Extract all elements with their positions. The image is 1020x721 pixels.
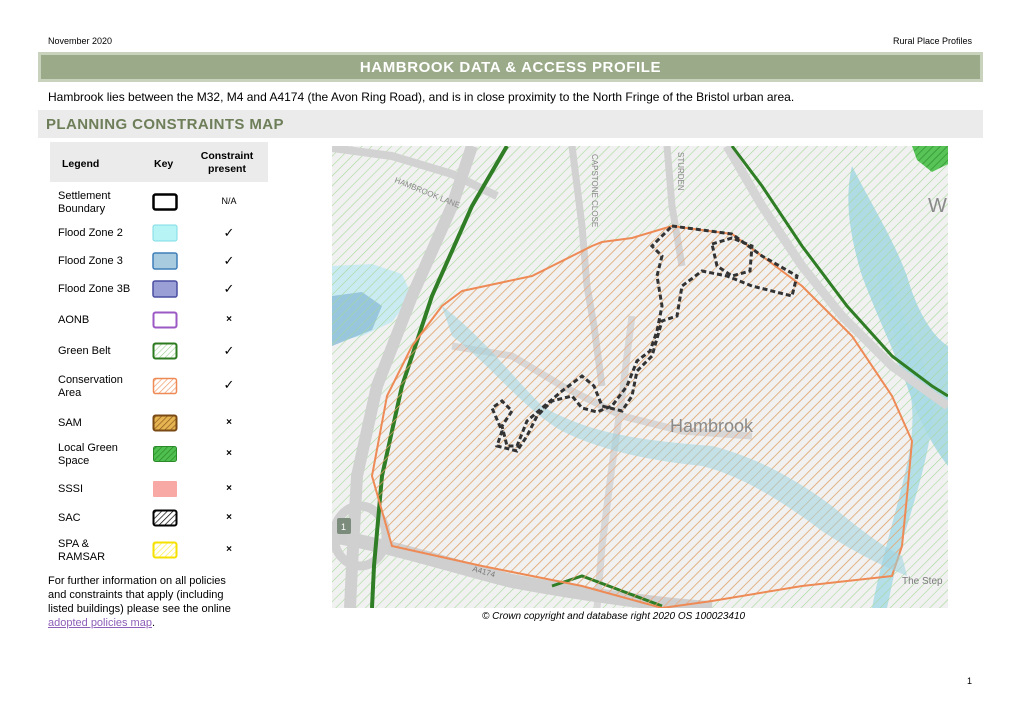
planning-constraints-map[interactable]: HAMBROOK LANE CAPSTONE CLOSE STURDEN Ham…: [332, 146, 948, 608]
footer-note-suffix: .: [151, 617, 156, 629]
map-label-w: W: [928, 195, 947, 217]
flood-zone-3b-key: [152, 280, 178, 298]
legend-present-mark: ×: [226, 314, 232, 325]
map-label-sturden: STURDEN: [676, 152, 685, 191]
legend-header-constraint-line2: present: [208, 163, 246, 175]
legend-label: Flood Zone 3B: [58, 283, 131, 295]
legend-label: Flood Zone 2: [58, 227, 123, 239]
legend-label: SSSI: [58, 483, 84, 495]
legend-panel: Legend Key Constraint present Settlement…: [50, 142, 268, 563]
conservation-area-key: [152, 377, 178, 395]
footer-note-line2: and constraints that apply (including: [48, 589, 224, 601]
legend-label: SAM: [58, 417, 82, 429]
map-label-the-step: The Step: [902, 576, 943, 587]
sssi-key: [153, 481, 177, 497]
map-label-junction: 1: [341, 522, 346, 532]
legend-header-key: Key: [154, 158, 174, 170]
legend-header: Legend Key Constraint present: [50, 142, 268, 182]
map-canvas: HAMBROOK LANE CAPSTONE CLOSE STURDEN Ham…: [332, 146, 948, 608]
legend-label: AONB: [58, 314, 90, 326]
local-green-space-key: [153, 446, 177, 462]
legend-label-line1: Conservation: [58, 374, 123, 386]
legend-label-line1: Settlement: [58, 190, 111, 202]
legend-present-mark: ×: [226, 417, 232, 428]
section-title: PLANNING CONSTRAINTS MAP: [38, 110, 983, 138]
legend-label-line2: RAMSAR: [58, 551, 106, 563]
legend-label-line1: Local Green: [58, 442, 118, 454]
legend-label-line2: Area: [58, 387, 82, 399]
legend-label-line1: SPA &: [58, 538, 89, 550]
flood-zone-2-key: [152, 224, 178, 242]
legend-present-mark: N/A: [221, 196, 237, 206]
legend-present-mark: ✓: [223, 281, 235, 296]
map-label-hambrook: Hambrook: [670, 416, 754, 436]
legend-label: Local Green Space: [58, 442, 118, 468]
legend-label: SPA & RAMSAR: [58, 538, 105, 564]
spa-ramsar-key: [152, 541, 178, 559]
legend-present-mark: ✓: [223, 377, 235, 392]
map-label-capstone-close: CAPSTONE CLOSE: [590, 154, 599, 227]
legend-header-constraint-line1: Constraint: [200, 150, 254, 162]
sam-key: [152, 414, 178, 432]
legend-present-mark: ×: [226, 512, 232, 523]
legend-label-line2: Space: [58, 455, 90, 467]
legend-label-line2: Boundary: [58, 203, 106, 215]
legend-label: SAC: [58, 512, 81, 524]
adopted-policies-map-link[interactable]: adopted policies map: [48, 617, 152, 629]
legend-label: Settlement Boundary: [58, 190, 111, 216]
aonb-key: [152, 311, 178, 329]
footer-note-line3: listed buildings) please see the online: [48, 603, 231, 615]
intro-text: Hambrook lies between the M32, M4 and A4…: [48, 90, 795, 104]
footer-note: For further information on all policies …: [48, 574, 258, 630]
legend-present-mark: ×: [226, 448, 232, 459]
footer-note-line1: For further information on all policies: [48, 575, 226, 587]
green-belt-key: [152, 342, 178, 360]
legend-header-legend: Legend: [62, 158, 100, 170]
legend-present-mark: ✓: [223, 343, 235, 358]
legend-present-mark: ✓: [223, 225, 235, 240]
flood-zone-3-key: [152, 252, 178, 270]
sac-key: [152, 509, 178, 527]
legend-label: Green Belt: [58, 345, 111, 357]
settlement-boundary-key: [152, 193, 178, 211]
legend-present-mark: ✓: [223, 253, 235, 268]
legend-label: Conservation Area: [58, 374, 123, 400]
legend-header-constraint: Constraint present: [190, 150, 264, 176]
copyright-text: © Crown copyright and database right 202…: [482, 611, 746, 622]
page-title: HAMBROOK DATA & ACCESS PROFILE: [38, 52, 983, 82]
header-date: November 2020: [48, 36, 113, 46]
legend-present-mark: ×: [226, 483, 232, 494]
legend-label: Flood Zone 3: [58, 255, 123, 267]
header-profile: Rural Place Profiles: [892, 36, 972, 46]
page-number: 1: [966, 676, 972, 686]
legend-present-mark: ×: [226, 544, 232, 555]
